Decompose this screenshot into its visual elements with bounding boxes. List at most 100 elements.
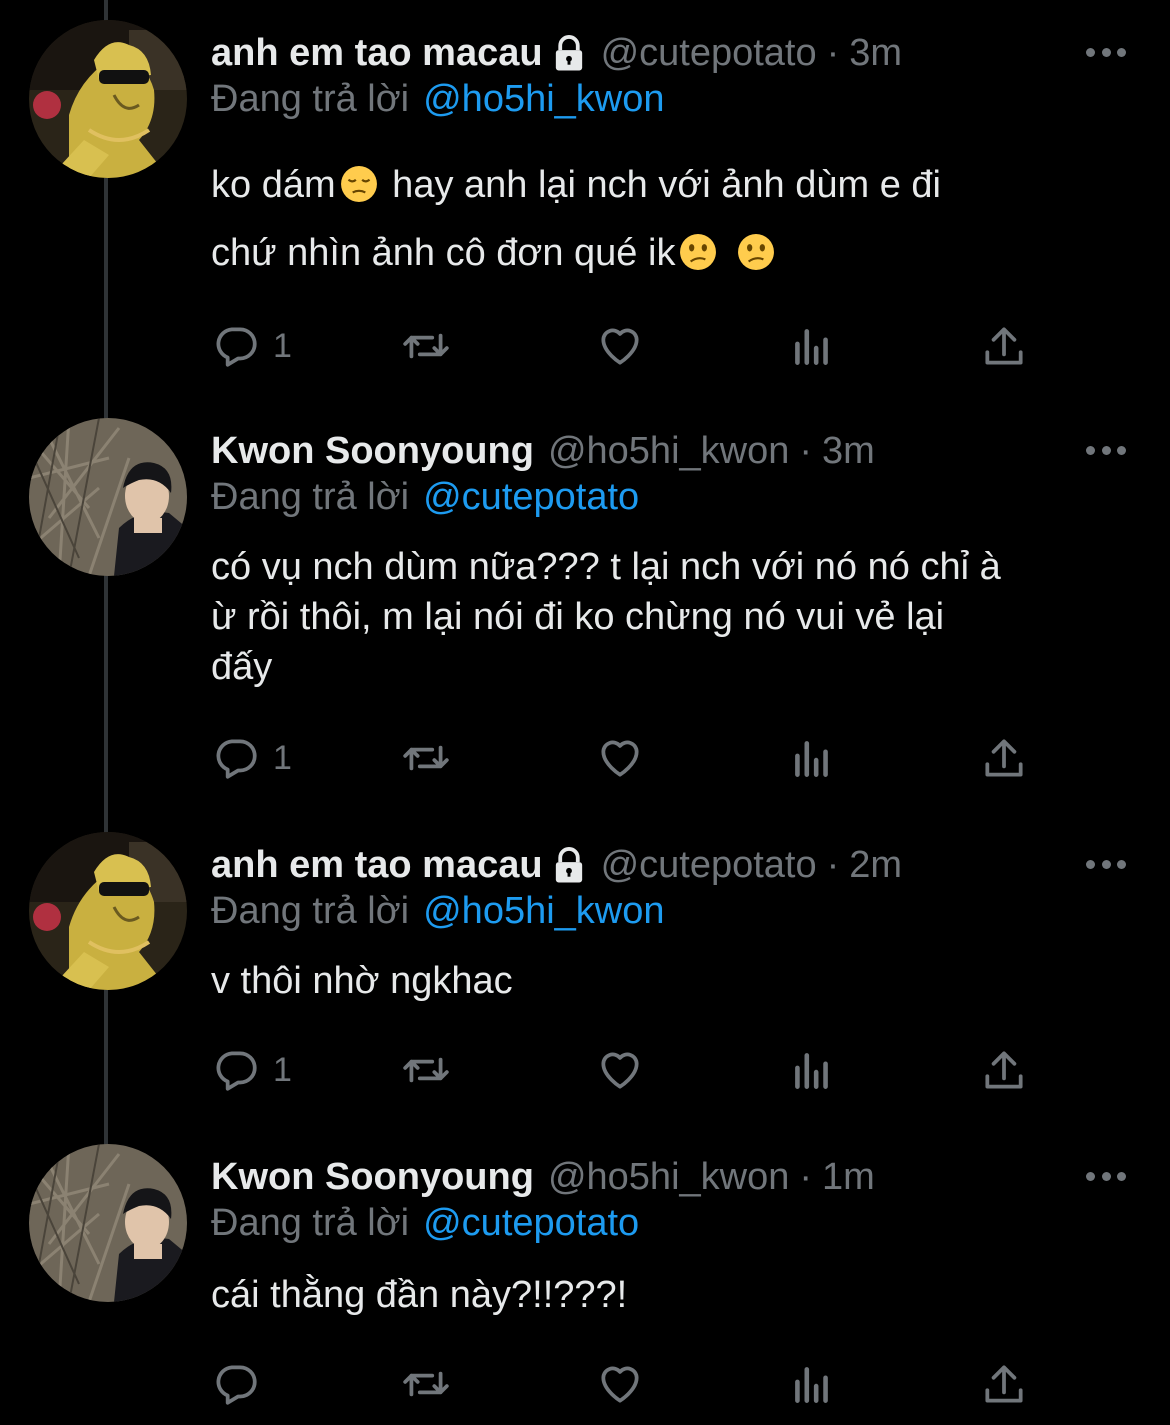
avatar[interactable] [29, 20, 187, 178]
retweet-button[interactable] [401, 730, 451, 786]
tweet-text: có vụ nch dùm nữa??? t lại nch với nó nó… [211, 542, 1001, 692]
reply-icon [216, 1365, 257, 1405]
views-button[interactable] [787, 318, 837, 374]
share-button[interactable] [979, 1042, 1029, 1098]
mention-link[interactable]: @ho5hi_kwon [423, 78, 664, 120]
tweet-text-line: có vụ nch dùm nữa??? t lại nch với nó nó… [211, 546, 1001, 588]
dog-sunglasses-avatar-icon [29, 20, 187, 178]
more-icon[interactable] [1086, 1166, 1126, 1186]
tweet-actions: 1 [211, 730, 1041, 786]
retweet-button[interactable] [401, 1356, 451, 1412]
retweet-icon [403, 1371, 449, 1397]
reply-icon [216, 1051, 257, 1091]
timestamp[interactable]: 3m [849, 32, 902, 75]
more-icon[interactable] [1086, 854, 1126, 874]
timestamp[interactable]: 1m [822, 1156, 875, 1199]
heart-icon [601, 740, 639, 777]
retweet-icon [403, 1057, 449, 1083]
retweet-button[interactable] [401, 318, 451, 374]
tweet-text-line: ko dám hay anh lại nch với ảnh dùm e đi [211, 164, 941, 206]
replying-to: Đang trả lời @ho5hi_kwon [211, 890, 665, 933]
replying-to: Đang trả lời @cutepotato [211, 1202, 639, 1245]
like-button[interactable] [595, 730, 645, 786]
views-icon [795, 329, 828, 365]
avatar[interactable] [29, 832, 187, 990]
reply-button[interactable]: 1 [211, 318, 292, 374]
tweet-actions [211, 1356, 1041, 1412]
reply-button[interactable] [211, 1356, 273, 1412]
confused-face-emoji-icon [680, 234, 717, 270]
reply-button[interactable]: 1 [211, 730, 292, 786]
share-button[interactable] [979, 730, 1029, 786]
user-handle[interactable]: @cutepotato [601, 32, 817, 75]
like-button[interactable] [595, 1356, 645, 1412]
retweet-icon [403, 745, 449, 771]
tweet-text-line: đấy [211, 646, 273, 688]
share-icon [985, 1365, 1023, 1403]
tweet-text-line: chứ nhìn ảnh cô đơn qué ik [211, 228, 941, 278]
tweet-text-line: v thôi nhờ ngkhac [211, 960, 513, 1002]
more-icon[interactable] [1086, 42, 1126, 62]
timestamp[interactable]: 2m [849, 844, 902, 887]
reply-button[interactable]: 1 [211, 1042, 292, 1098]
tweet-text-line: ừ rồi thôi, m lại nói đi ko chừng nó vui… [211, 596, 945, 638]
mention-link[interactable]: @cutepotato [423, 1202, 639, 1244]
share-icon [985, 739, 1023, 777]
confused-face-emoji-icon [738, 234, 775, 270]
mention-link[interactable]: @cutepotato [423, 476, 639, 518]
tweet-actions: 1 [211, 318, 1041, 374]
display-name[interactable]: Kwon Soonyoung [211, 430, 534, 473]
replying-to: Đang trả lời @ho5hi_kwon [211, 78, 665, 121]
heart-icon [601, 1366, 639, 1403]
display-name[interactable]: anh em tao macau [211, 32, 543, 75]
views-button[interactable] [787, 1356, 837, 1412]
user-handle[interactable]: @ho5hi_kwon [548, 1156, 789, 1199]
reply-icon [216, 739, 257, 779]
reply-count: 1 [273, 326, 292, 365]
user-handle[interactable]: @cutepotato [601, 844, 817, 887]
lock-icon [555, 35, 582, 71]
tweet-text: cái thằng đần này?!!???! [211, 1270, 627, 1320]
person-photo-avatar-icon [29, 1144, 187, 1302]
replying-to: Đang trả lời @cutepotato [211, 476, 639, 519]
views-button[interactable] [787, 730, 837, 786]
tweet-text: ko dám hay anh lại nch với ảnh dùm e đi … [211, 160, 941, 278]
tweet-actions: 1 [211, 1042, 1041, 1098]
replying-label: Đang trả lời [211, 890, 410, 932]
lock-icon [555, 847, 582, 883]
user-handle[interactable]: @ho5hi_kwon [548, 430, 789, 473]
mention-link[interactable]: @ho5hi_kwon [423, 890, 664, 932]
display-name[interactable]: Kwon Soonyoung [211, 1156, 534, 1199]
timestamp[interactable]: 3m [822, 430, 875, 473]
views-icon [795, 1367, 828, 1403]
replying-label: Đang trả lời [211, 78, 410, 120]
share-button[interactable] [979, 318, 1029, 374]
person-photo-avatar-icon [29, 418, 187, 576]
reply-count: 1 [273, 738, 292, 777]
tweet-text-line: cái thằng đần này?!!???! [211, 1274, 628, 1316]
share-icon [985, 1051, 1023, 1089]
dog-sunglasses-avatar-icon [29, 832, 187, 990]
views-button[interactable] [787, 1042, 837, 1098]
share-icon [985, 327, 1023, 365]
heart-icon [601, 1052, 639, 1089]
reply-count: 1 [273, 1050, 292, 1089]
separator-dot: · [826, 31, 840, 74]
share-button[interactable] [979, 1356, 1029, 1412]
display-name[interactable]: anh em tao macau [211, 844, 543, 887]
more-icon[interactable] [1086, 440, 1126, 460]
separator-dot: · [826, 843, 840, 886]
pensive-face-emoji-icon [340, 166, 377, 202]
like-button[interactable] [595, 318, 645, 374]
like-button[interactable] [595, 1042, 645, 1098]
retweet-button[interactable] [401, 1042, 451, 1098]
heart-icon [601, 328, 639, 365]
views-icon [795, 741, 828, 777]
replying-label: Đang trả lời [211, 1202, 410, 1244]
replying-label: Đang trả lời [211, 476, 410, 518]
retweet-icon [403, 333, 449, 359]
avatar[interactable] [29, 1144, 187, 1302]
avatar[interactable] [29, 418, 187, 576]
tweet-text: v thôi nhờ ngkhac [211, 956, 513, 1006]
separator-dot: · [799, 1155, 813, 1198]
